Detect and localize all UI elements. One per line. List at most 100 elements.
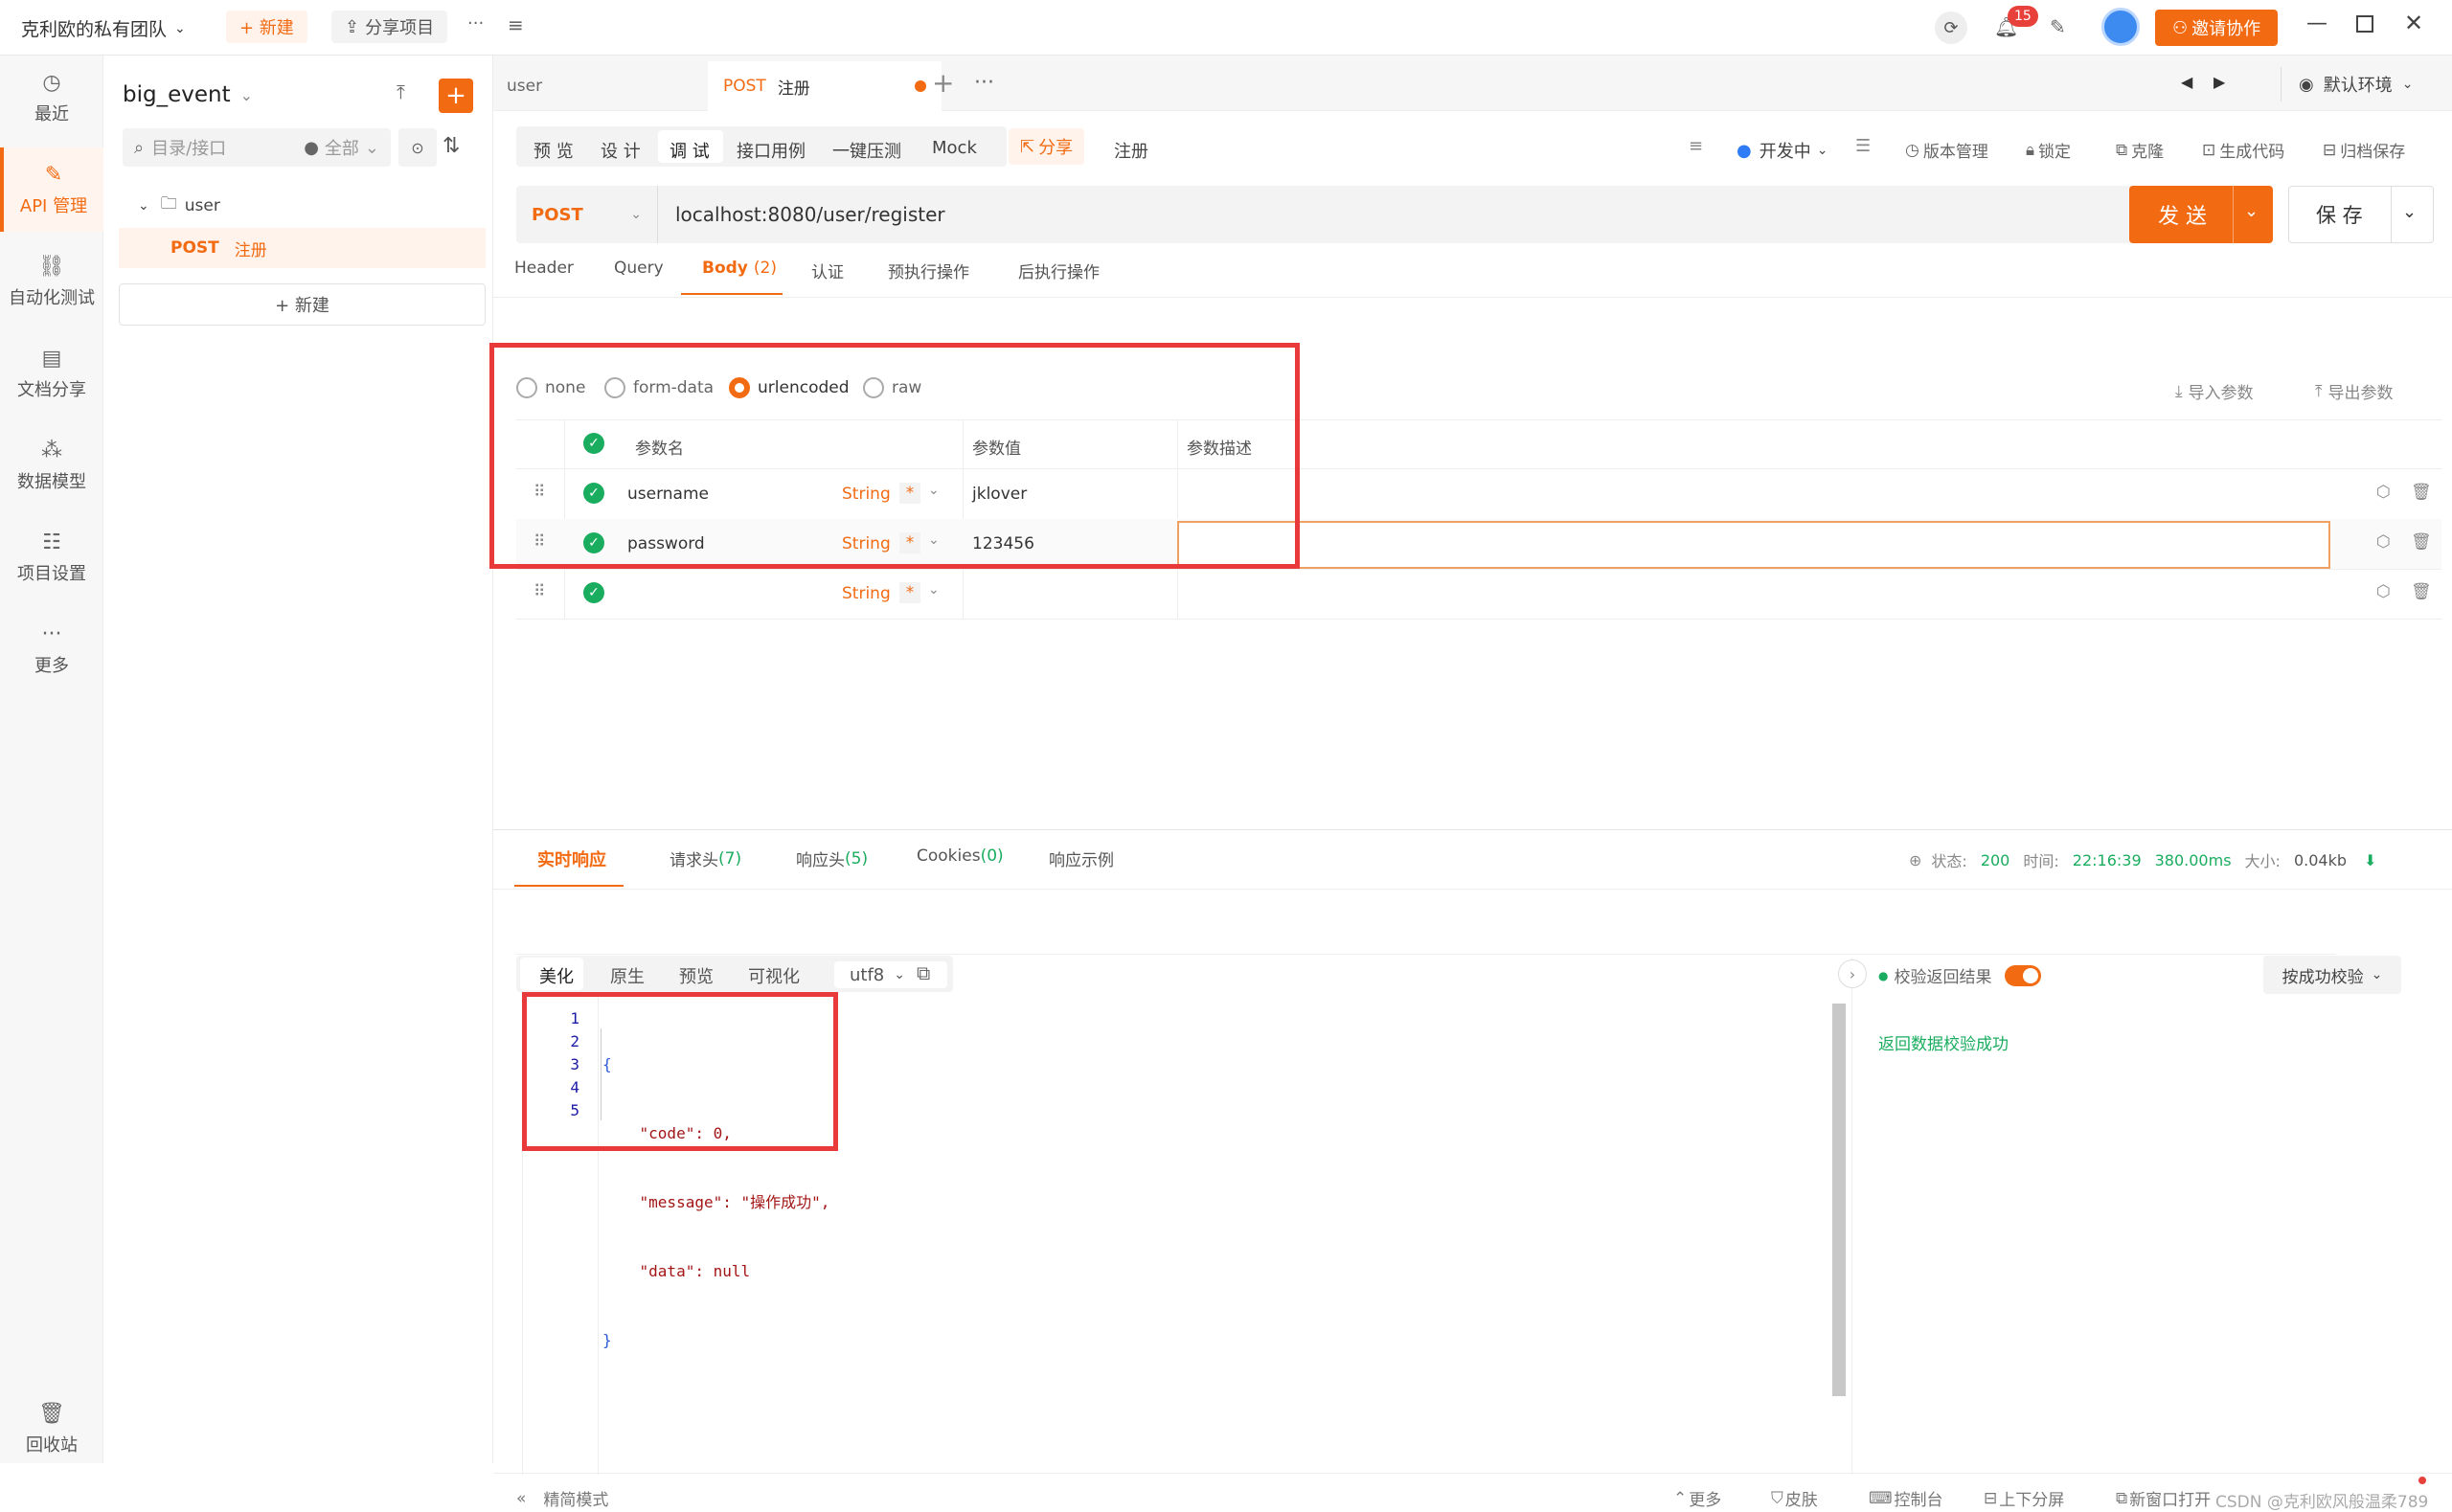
scrollbar[interactable] [1832,1004,1846,1396]
tab-header[interactable]: Header [514,259,574,278]
api-item-register[interactable]: POST 注册 [119,228,486,268]
nav-recent[interactable]: ◷ 最近 [0,56,103,140]
version-button[interactable]: ◷ 版本管理 [1905,138,1988,163]
sync-icon[interactable]: ⟳ [1935,11,1967,44]
nav-docs[interactable]: ▤ 文档分享 [0,331,103,416]
tab-example[interactable]: 响应示例 [1049,846,1114,870]
tab-body[interactable]: Body (2) [702,259,777,278]
simple-mode-toggle[interactable]: «精简模式 [516,1486,608,1511]
cube-icon[interactable]: ⬡ [2376,582,2391,601]
feedback-icon[interactable]: ✎ [2050,15,2066,38]
import-icon[interactable]: ⤒ [397,80,405,103]
footer-skin[interactable]: ⛉ 皮肤 [1771,1486,1818,1511]
tab-auth[interactable]: 认证 [811,259,844,282]
locate-icon[interactable]: ⊙ [398,128,437,167]
new-api-button[interactable]: + 新建 [119,283,486,326]
sort-icon[interactable]: ⇅ [443,134,460,158]
avatar[interactable] [2101,8,2140,46]
view-beautify[interactable]: 美化 [539,963,574,988]
env-selector[interactable]: ◉ 默认环境 ⌄ [2281,67,2438,102]
param-desc-input[interactable] [1177,521,2330,569]
footer-new-window[interactable]: ⧉ 新窗口打开 [2116,1486,2211,1511]
more-menu[interactable]: ··· [467,13,484,34]
footer-split[interactable]: ⊟ 上下分屏 [1984,1486,2064,1511]
param-type[interactable]: String [842,584,891,603]
nav-trash[interactable]: 🗑︎ 回收站 [0,1387,103,1471]
delete-icon[interactable]: 🗑︎ [2411,483,2432,502]
tab-design[interactable]: 设 计 [601,138,641,163]
row-check[interactable]: ✓ [583,582,604,603]
delete-icon[interactable]: 🗑︎ [2411,532,2432,552]
team-switcher[interactable]: 克利欧的私有团队 ⌄ [21,15,186,41]
export-params-button[interactable]: ⤒ 导出参数 [2315,379,2394,404]
method-select[interactable]: POST ⌄ [516,186,658,243]
footer-more[interactable]: ⌃ 更多 [1673,1486,1721,1511]
save-button[interactable]: 保 存 ⌄ [2288,186,2434,243]
view-raw[interactable]: 原生 [610,963,645,988]
new-tab-icon[interactable]: + [932,67,954,99]
tab-query[interactable]: Query [614,259,664,278]
download-icon[interactable]: ⬇ [2364,851,2376,869]
maximize-icon[interactable] [2356,15,2373,33]
project-selector[interactable]: big_event ⌄ [123,82,253,107]
nav-automation[interactable]: ⛓ 自动化测试 [0,239,103,324]
share-project-button[interactable]: ⇪ 分享项目 [331,11,448,43]
nav-models[interactable]: ⁂ 数据模型 [0,423,103,508]
search-box[interactable]: ⌕ 目录/接口 ● 全部 ⌄ [123,128,391,167]
close-icon[interactable]: ✕ [2404,10,2423,36]
view-visualize[interactable]: 可视化 [748,963,800,988]
encoding-select[interactable]: utf8 ⌄ [834,961,947,988]
nav-more[interactable]: ··· 更多 [0,607,103,691]
clone-button[interactable]: ⧉ 克隆 [2116,138,2164,163]
drag-handle-icon[interactable]: ⠿ [534,582,545,601]
tab-stress[interactable]: 一键压测 [832,138,901,163]
gen-code-button[interactable]: ⊡ 生成代码 [2202,138,2284,163]
share-doc-button[interactable]: ⇱ 分享 [1009,128,1085,165]
folder-user[interactable]: ⌄ 🗀︎ user [138,192,220,219]
prev-tab-icon[interactable]: ◀ [2181,73,2192,91]
format-icon[interactable]: ≡ [1689,136,1703,156]
chevron-down-icon[interactable]: ⌄ [2244,201,2259,221]
required-toggle[interactable]: * [899,582,920,603]
validate-toggle[interactable] [2005,964,2042,986]
chevron-right-icon[interactable]: › [1838,959,1867,988]
tab-more-icon[interactable]: ··· [974,71,994,95]
footer-console[interactable]: ⌨ 控制台 [1869,1486,1943,1511]
outline-icon[interactable]: ☰ [1855,136,1871,156]
view-preview[interactable]: 预览 [679,963,714,988]
tab-mock[interactable]: Mock [932,138,977,158]
tab-user[interactable]: user [507,77,542,96]
minimize-icon[interactable]: — [2306,11,2327,35]
next-tab-icon[interactable]: ▶ [2214,73,2225,91]
tab-resp-headers[interactable]: 响应头 (5) [796,846,868,871]
invite-button[interactable]: ⚇ 邀请协作 [2155,10,2279,46]
tab-req-headers[interactable]: 请求头 (7) [670,846,741,871]
validate-mode-select[interactable]: 按成功校验 ⌄ [2263,956,2401,994]
api-name-field[interactable]: 注册 [1114,138,1148,163]
status-select[interactable]: ● 开发中 ⌄ [1737,138,1828,163]
cube-icon[interactable]: ⬡ [2376,483,2391,502]
list-icon[interactable]: ≡ [508,13,524,36]
chevron-down-icon[interactable]: ⌄ [2402,202,2417,222]
copy-icon[interactable]: ⧉ [917,961,930,984]
search-input[interactable]: 目录/接口 [151,135,226,160]
cube-icon[interactable]: ⬡ [2376,532,2391,552]
nav-settings[interactable]: ☷ 项目设置 [0,515,103,599]
archive-button[interactable]: ⊟ 归档保存 [2323,138,2405,163]
send-button[interactable]: 发 送 ⌄ [2129,186,2273,243]
delete-icon[interactable]: 🗑︎ [2411,582,2432,601]
tab-cases[interactable]: 接口用例 [737,138,806,163]
url-input[interactable]: localhost:8080/user/register [675,203,945,226]
add-button[interactable]: + [439,79,473,113]
tab-register[interactable]: POST 注册 [708,61,942,111]
tab-post[interactable]: 后执行操作 [1018,259,1100,282]
filter-select[interactable]: 全部 [325,135,359,160]
tab-live-response[interactable]: 实时响应 [537,846,606,871]
lock-button[interactable]: 🔒︎ 锁定 [2026,138,2071,163]
tab-debug[interactable]: 调 试 [670,138,710,163]
tab-preview[interactable]: 预 览 [534,138,574,163]
tab-pre[interactable]: 预执行操作 [888,259,969,282]
tab-cookies[interactable]: Cookies (0) [917,846,1004,866]
nav-api[interactable]: ✎ API 管理 [0,147,103,232]
chevron-down-icon[interactable]: ⌄ [928,582,940,598]
